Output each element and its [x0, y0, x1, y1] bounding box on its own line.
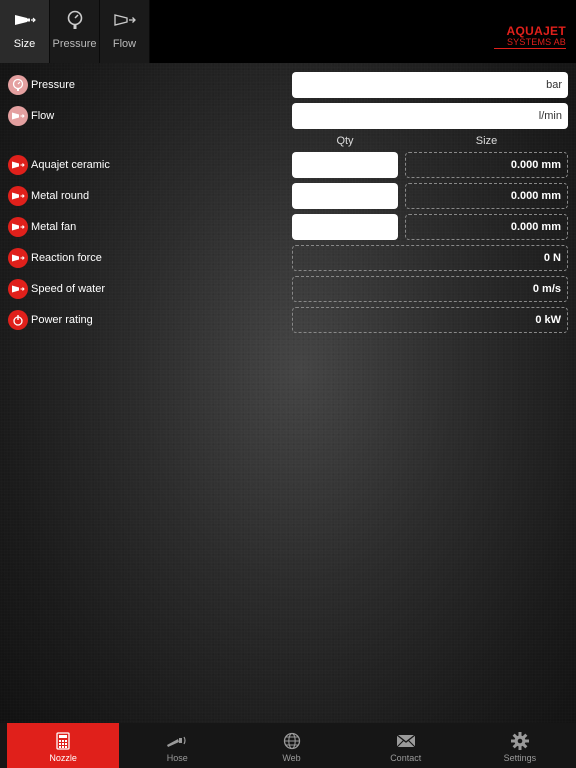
result-row-reaction-force: Reaction force 0 N [0, 245, 576, 271]
tab-size-label: Size [13, 38, 36, 50]
aquajet-logo: AQUAJET SYSTEMS AB [490, 25, 566, 49]
nozzle-icon [8, 186, 28, 206]
flow-input[interactable]: l/min [292, 103, 568, 129]
flow-unit: l/min [538, 110, 562, 122]
metal-round-qty-input[interactable] [292, 183, 398, 209]
metal-fan-qty-input[interactable] [292, 214, 398, 240]
logo-underline [494, 48, 566, 49]
pressure-unit: bar [546, 79, 562, 91]
tab-flow[interactable]: Flow [100, 0, 150, 63]
bottom-tab-contact[interactable]: Contact [350, 723, 462, 768]
bottom-tab-contact-label: Contact [390, 753, 422, 763]
reaction-force-value: 0 N [292, 245, 568, 271]
result-label: Speed of water [31, 283, 105, 295]
logo-text-primary: AQUAJET [506, 24, 566, 38]
aquajet-ceramic-size-value: 0.000 mm [405, 152, 568, 178]
pressure-label: Pressure [31, 79, 76, 91]
tab-pressure[interactable]: Pressure [50, 0, 100, 63]
size-value-text: 0.000 mm [510, 190, 561, 202]
pressure-gauge-icon [8, 75, 28, 95]
envelope-icon [396, 731, 416, 751]
flow-icon [8, 106, 28, 126]
result-row-speed-of-water: Speed of water 0 m/s [0, 276, 576, 302]
pressure-gauge-icon [65, 9, 85, 31]
nozzle-row-metal-round: Metal round 0.000 mm [0, 183, 576, 209]
nozzle-label: Aquajet ceramic [31, 159, 110, 171]
size-value-text: 0.000 mm [510, 221, 561, 233]
flow-row: Flow l/min [0, 103, 576, 129]
flow-icon [113, 9, 136, 31]
hose-icon [166, 731, 188, 751]
bottom-tab-settings[interactable]: Settings [464, 723, 576, 768]
qty-column-header: Qty [336, 135, 354, 147]
power-icon [8, 310, 28, 330]
speed-of-water-value: 0 m/s [292, 276, 568, 302]
bottom-tab-hose[interactable]: Hose [121, 723, 233, 768]
top-tabs: Size Pressure Flow [0, 0, 150, 63]
nozzle-label: Metal fan [31, 221, 77, 233]
bottom-tab-web[interactable]: Web [235, 723, 347, 768]
result-value-text: 0 kW [535, 314, 561, 326]
result-label: Power rating [31, 314, 93, 326]
pressure-input[interactable]: bar [292, 72, 568, 98]
bottom-tab-nozzle[interactable]: Nozzle [7, 723, 120, 768]
tab-pressure-label: Pressure [52, 38, 97, 50]
tab-flow-label: Flow [112, 38, 137, 50]
size-value-text: 0.000 mm [510, 159, 561, 171]
result-row-power-rating: Power rating 0 kW [0, 307, 576, 333]
result-value-text: 0 m/s [532, 283, 561, 295]
bottom-tab-bar: Nozzle Hose Web Contact Settings [0, 723, 576, 768]
result-value-text: 0 N [543, 252, 561, 264]
top-bar: Size Pressure Flow AQUAJET SYSTEMS AB [0, 0, 576, 63]
pressure-row: Pressure bar [0, 72, 576, 98]
gear-icon [510, 731, 530, 751]
result-label: Reaction force [31, 252, 102, 264]
nozzle-icon [8, 155, 28, 175]
logo-text-secondary: SYSTEMS AB [506, 37, 566, 47]
bottom-tab-web-label: Web [282, 753, 301, 763]
globe-icon [283, 731, 301, 751]
metal-round-size-value: 0.000 mm [405, 183, 568, 209]
metal-fan-size-value: 0.000 mm [405, 214, 568, 240]
nozzle-row-aquajet-ceramic: Aquajet ceramic 0.000 mm [0, 152, 576, 178]
tab-size[interactable]: Size [0, 0, 50, 63]
size-column-header: Size [475, 135, 498, 147]
aquajet-ceramic-qty-input[interactable] [292, 152, 398, 178]
flow-label: Flow [31, 110, 55, 122]
power-rating-value: 0 kW [292, 307, 568, 333]
nozzle-icon [14, 9, 36, 31]
nozzle-icon [8, 217, 28, 237]
bottom-tab-nozzle-label: Nozzle [49, 753, 77, 763]
nozzle-icon [8, 248, 28, 268]
nozzle-label: Metal round [31, 190, 90, 202]
bottom-tab-hose-label: Hose [166, 753, 188, 763]
nozzle-icon [8, 279, 28, 299]
bottom-tab-settings-label: Settings [503, 753, 537, 763]
calculator-icon [56, 731, 70, 751]
nozzle-row-metal-fan: Metal fan 0.000 mm [0, 214, 576, 240]
